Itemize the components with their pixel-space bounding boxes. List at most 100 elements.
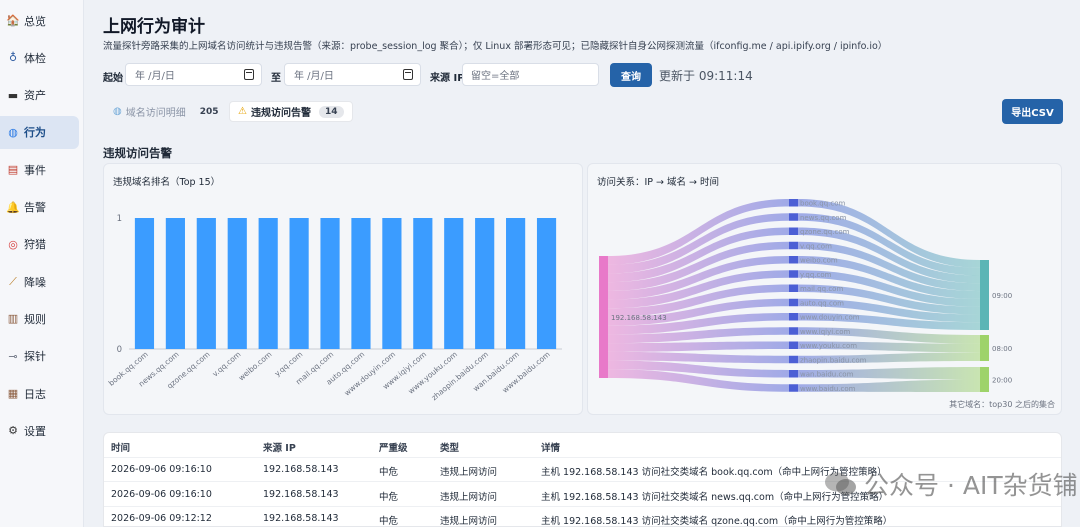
cell-time: 2026-09-06 09:16:10 [111,464,212,475]
bar[interactable] [289,218,309,349]
sankey-time-node[interactable] [980,335,989,361]
sankey-domain-label: y.qq.com [800,271,832,279]
col-severity-header: 严重级 [379,443,408,454]
end-date-placeholder: 年 /月/日 [294,71,334,82]
sankey-domain-node[interactable] [789,241,798,250]
warning-icon: ⚠ [238,106,247,117]
bar[interactable] [536,218,557,349]
to-label: 至 [271,73,281,84]
bar-chart-panel: 违规域名排名（Top 15） 0 1 book.qq.com news.qq.com q… [103,163,583,415]
export-csv-button[interactable]: 导出CSV [1002,99,1063,124]
watermark-text: 公众号 · AIT杂货铺 [864,471,1078,500]
tab-domain-detail[interactable]: ◍ 域名访问明细 205 [105,101,233,122]
cell-type: 违规上网访问 [440,516,498,527]
calendar-icon[interactable] [244,69,254,80]
sankey-link[interactable] [608,341,789,352]
col-detail-header: 详情 [541,443,561,454]
cell-type: 违规上网访问 [440,491,498,503]
sidebar-item-label: 告警 [24,201,46,214]
sankey-time-node[interactable] [980,367,989,392]
start-label: 起始 [103,73,123,84]
cell-time: 2026-09-06 09:12:12 [111,513,212,524]
bar[interactable] [475,218,495,349]
sankey-domain-label: www.iqiyi.com [800,328,851,336]
sankey-time-node[interactable] [980,260,989,330]
start-date-placeholder: 年 /月/日 [135,71,175,82]
bar[interactable] [196,218,216,349]
sankey-domain-label: wan.baidu.com [800,371,854,379]
sankey-time-label: 08:00 [992,345,1012,353]
sankey-domain-node[interactable] [789,284,798,293]
page-title: 上网行为审计 [103,17,205,37]
sidebar-item[interactable]: ♁ 体检 [0,41,79,74]
sidebar-item[interactable]: 🔔 告警 [0,191,79,224]
sidebar-item-label: 日志 [24,387,46,401]
sankey-domain-node[interactable] [789,341,798,350]
cell-severity: 中危 [379,467,399,478]
sidebar-item-label: 探针 [24,350,46,364]
sankey-domain-label: www.baidu.com [800,385,856,393]
calendar-icon[interactable] [403,69,413,80]
sankey-domain-node[interactable] [789,270,798,278]
sankey-domain-node[interactable] [789,213,798,221]
bar[interactable] [227,218,247,349]
sankey-domain-node[interactable] [789,313,798,321]
y-tick-label: 1 [117,214,122,224]
cell-ip: 192.168.58.143 [263,464,339,475]
bar[interactable] [382,218,402,349]
bar[interactable] [134,218,155,349]
sankey-domain-node[interactable] [789,327,798,335]
sankey-domain-label: v.qq.com [800,242,832,250]
sankey-time-label: 09:00 [992,292,1012,300]
sankey-domain-node[interactable] [789,370,798,378]
sankey-footnote: 其它域名：top30 之后的集合 [949,400,1055,409]
bar[interactable] [506,218,526,349]
sankey-domain-node[interactable] [789,227,798,236]
sidebar-item[interactable]: ▥ 规则 [0,302,79,335]
sidebar-item[interactable]: ▬ 资产 [0,79,79,112]
sankey-source-node[interactable] [599,256,608,378]
log-icon: ▦ [7,387,19,400]
source-ip-input[interactable]: 留空=全部 [462,63,599,86]
cell-severity: 中危 [379,516,399,527]
syringe-icon: ⊸ [8,349,18,363]
bar[interactable] [165,218,185,349]
sidebar-item[interactable]: ⟋ 降噪 [0,265,79,298]
sankey-domain-label: news.qq.com [800,214,847,222]
sankey-domain-node[interactable] [789,355,798,364]
sankey-domain-label: zhaopin.baidu.com [800,356,867,364]
bar[interactable] [320,218,340,349]
sankey-domain-node[interactable] [789,298,798,307]
sankey-domain-label: mail.qq.com [800,285,843,293]
sidebar-item[interactable]: ⊸ 探针 [0,340,79,373]
table-row[interactable]: 2026-09-06 09:12:12 192.168.58.143 中危 违规上网访… [104,506,1061,527]
sidebar-item[interactable]: ▤ 事件 [0,153,79,186]
col-time-header: 时间 [111,443,131,454]
sankey-domain-label: qzone.qq.com [800,228,850,236]
sankey-domain-node[interactable] [789,384,798,392]
start-date-input[interactable]: 年 /月/日 [125,63,262,86]
truck-icon: ▬ [7,88,19,102]
bar[interactable] [444,218,464,349]
watermark: 公众号 · AIT杂货铺 [824,466,1078,502]
sankey-domain-node[interactable] [789,256,798,264]
bar[interactable] [413,218,433,349]
sidebar-item[interactable]: ⚙ 设置 [0,414,79,447]
tab-count: 14 [318,105,344,118]
sidebar-item[interactable]: ◍ 行为 [0,115,79,149]
sidebar-item[interactable]: ▦ 日志 [0,377,79,410]
query-button[interactable]: 查询 [610,63,652,87]
sankey-domain-node[interactable] [789,199,798,207]
table-header-row: 时间 来源 IP 严重级 类型 详情 [104,433,1061,458]
tab-violation-alerts[interactable]: ⚠ 违规访问告警 14 [229,101,353,122]
end-date-input[interactable]: 年 /月/日 [284,63,421,86]
source-ip-placeholder: 留空=全部 [471,71,520,82]
sidebar-item[interactable]: 🏠 总览 [0,4,79,37]
cell-ip: 192.168.58.143 [263,513,339,524]
updated-time: 更新于 09:11:14 [659,69,753,83]
target-icon: ◎ [8,237,18,251]
bar[interactable] [351,218,371,349]
bell-icon: 🔔 [6,200,20,214]
sidebar-item[interactable]: ◎ 狩猎 [0,228,79,261]
bar[interactable] [258,218,278,349]
